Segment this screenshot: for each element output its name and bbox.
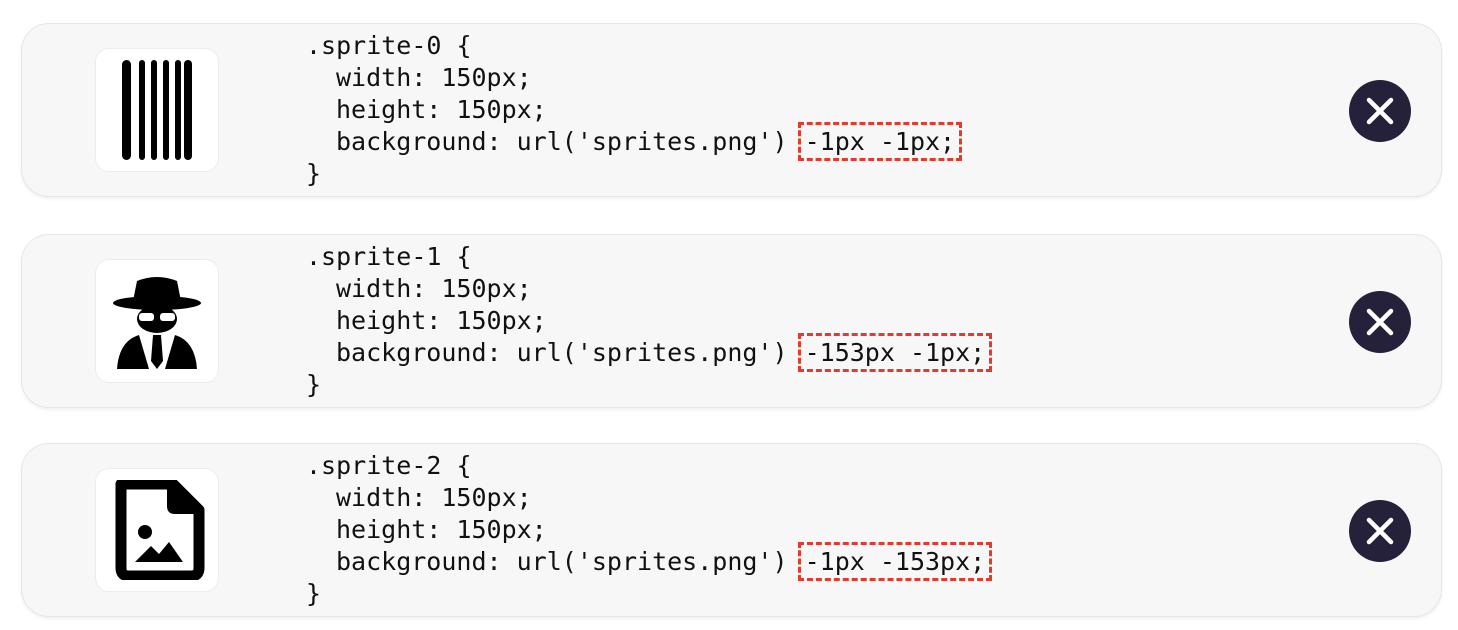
file-image-icon	[115, 480, 205, 580]
close-icon	[1366, 517, 1394, 545]
css-selector: .sprite-2 {	[306, 451, 472, 480]
sprite-card: .sprite-1 {width: 150px; height: 150px; ba…	[21, 234, 1442, 408]
background-position-highlight: -153px -1px;	[797, 333, 993, 372]
css-close-brace: }	[306, 159, 322, 188]
css-selector: .sprite-0 {	[306, 31, 472, 60]
background-prefix: background: url('sprites.png')	[336, 547, 803, 576]
css-code-block: .sprite-2 {width: 150px; height: 150px; ba…	[306, 450, 993, 610]
sprite-list: .sprite-0 {width: 150px; height: 150px; ba…	[0, 0, 1458, 630]
sprite-card: .sprite-2 {width: 150px; height: 150px; ba…	[21, 443, 1442, 617]
css-close-brace: }	[306, 370, 322, 399]
css-height-rule: height: 150px;	[336, 515, 547, 544]
remove-sprite-button[interactable]	[1349, 80, 1411, 142]
css-width-rule: width: 150px;	[336, 63, 532, 92]
css-width-rule: width: 150px;	[336, 274, 532, 303]
css-background-rule: background: url('sprites.png') -153px -1…	[306, 333, 993, 372]
background-prefix: background: url('sprites.png')	[336, 127, 803, 156]
background-prefix: background: url('sprites.png')	[336, 338, 803, 367]
css-height-rule: height: 150px;	[336, 95, 547, 124]
sprite-thumbnail	[95, 259, 219, 383]
close-icon	[1366, 97, 1394, 125]
css-selector: .sprite-1 {	[306, 242, 472, 271]
css-code-block: .sprite-1 {width: 150px; height: 150px; ba…	[306, 241, 993, 401]
sprite-card: .sprite-0 {width: 150px; height: 150px; ba…	[21, 23, 1442, 197]
background-position-highlight: -1px -1px;	[797, 122, 963, 161]
css-background-rule: background: url('sprites.png') -1px -153…	[306, 542, 993, 581]
close-icon	[1366, 308, 1394, 336]
barcode-icon	[122, 60, 192, 160]
background-position-highlight: -1px -153px;	[797, 542, 993, 581]
css-close-brace: }	[306, 579, 322, 608]
sprite-thumbnail	[95, 48, 219, 172]
css-height-rule: height: 150px;	[336, 306, 547, 335]
css-background-rule: background: url('sprites.png') -1px -1px…	[306, 122, 963, 161]
css-width-rule: width: 150px;	[336, 483, 532, 512]
css-code-block: .sprite-0 {width: 150px; height: 150px; ba…	[306, 30, 963, 190]
sprite-thumbnail	[95, 468, 219, 592]
remove-sprite-button[interactable]	[1349, 500, 1411, 562]
user-secret-icon	[113, 277, 201, 369]
remove-sprite-button[interactable]	[1349, 291, 1411, 353]
